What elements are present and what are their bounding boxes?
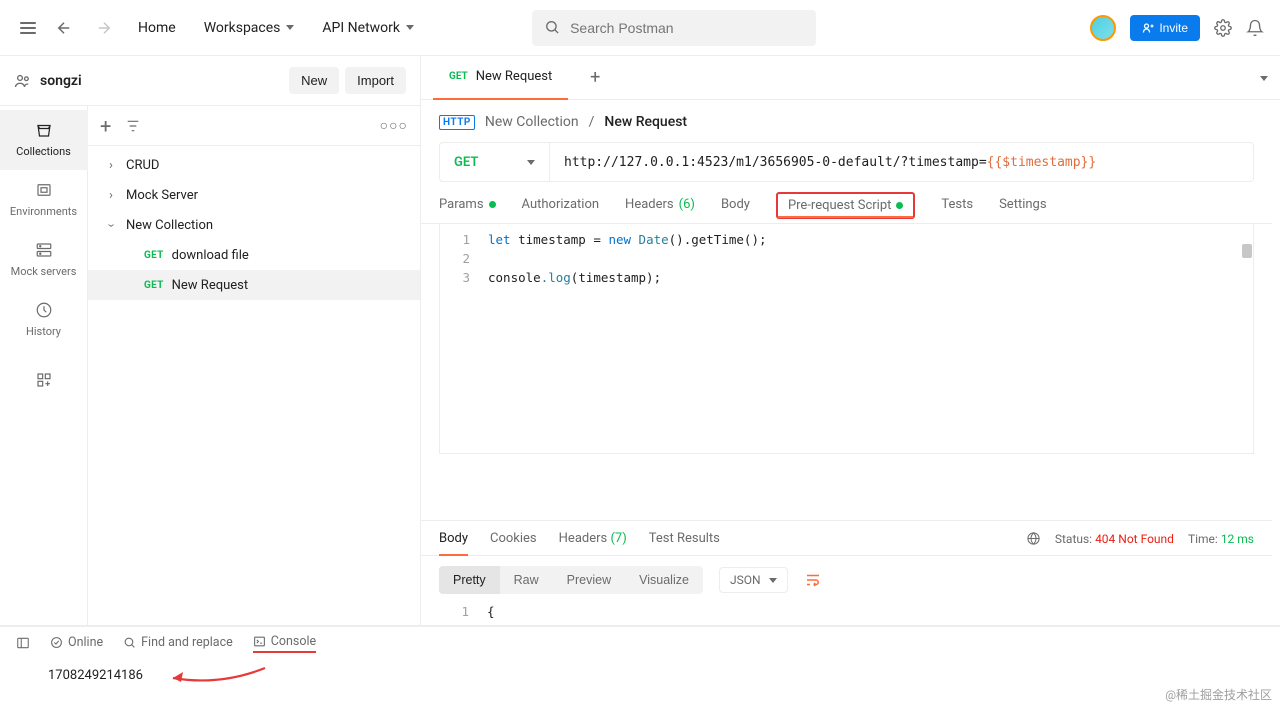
import-button[interactable]: Import (345, 67, 406, 94)
chevron-right-icon: › (104, 158, 118, 173)
method-badge: GET (144, 280, 164, 291)
people-icon (14, 72, 32, 90)
tab-authorization[interactable]: Authorization (522, 196, 600, 223)
time-label: Time: 12 ms (1188, 532, 1254, 546)
response-tab-test-results[interactable]: Test Results (649, 531, 720, 555)
response-tab-cookies[interactable]: Cookies (490, 531, 537, 555)
scrollbar-thumb[interactable] (1242, 244, 1252, 258)
method-badge: GET (449, 71, 468, 82)
tree-request-download-file[interactable]: GET download file (88, 240, 420, 270)
collections-icon (34, 120, 54, 140)
grid-plus-icon (34, 370, 54, 390)
rail-history[interactable]: History (0, 290, 88, 350)
status-label: Status: 404 Not Found (1055, 532, 1174, 546)
wrap-lines-icon[interactable] (804, 571, 822, 589)
add-collection-icon[interactable]: + (100, 114, 111, 138)
annotation-arrow-icon (165, 664, 270, 690)
menu-icon[interactable] (16, 16, 40, 40)
indicator-dot-icon (489, 201, 496, 208)
history-icon (34, 300, 54, 320)
nav-api-network[interactable]: API Network (312, 14, 424, 42)
response-body[interactable]: 1 { (421, 604, 1272, 625)
format-selector[interactable]: JSON (719, 567, 788, 593)
tab-params[interactable]: Params (439, 196, 496, 223)
view-pretty-button[interactable]: Pretty (439, 566, 500, 594)
tab-pre-request-script[interactable]: Pre-request Script (776, 192, 915, 219)
tree-request-new-request[interactable]: GET New Request (88, 270, 420, 300)
online-status[interactable]: Online (50, 635, 103, 650)
filter-icon[interactable] (125, 118, 141, 134)
environments-icon (34, 180, 54, 200)
rail-environments[interactable]: Environments (0, 170, 88, 230)
breadcrumb-request: New Request (604, 114, 687, 130)
mock-servers-icon (34, 240, 54, 260)
settings-icon[interactable] (1214, 19, 1232, 37)
console-log-value: 1708249214186 (48, 668, 143, 683)
watermark: @稀土掘金技术社区 (1165, 686, 1272, 703)
tab-menu-chevron-icon[interactable] (1258, 70, 1268, 85)
view-mode-group: Pretty Raw Preview Visualize (439, 566, 703, 594)
new-button[interactable]: New (289, 67, 339, 94)
rail-configure[interactable] (0, 360, 88, 402)
tab-tests[interactable]: Tests (941, 196, 973, 223)
more-options-icon[interactable]: ○○○ (380, 117, 408, 134)
view-visualize-button[interactable]: Visualize (625, 566, 703, 594)
nav-back-icon[interactable] (48, 12, 80, 44)
chevron-right-icon: › (104, 188, 118, 203)
tab-body[interactable]: Body (721, 196, 750, 223)
http-badge: HTTP (439, 115, 475, 130)
workspace-name[interactable]: songzi (40, 73, 82, 89)
breadcrumb-collection[interactable]: New Collection (485, 114, 579, 130)
nav-home[interactable]: Home (128, 14, 186, 42)
chevron-down-icon (769, 578, 777, 583)
chevron-down-icon (406, 25, 414, 30)
invite-button[interactable]: Invite (1130, 15, 1200, 41)
rail-collections[interactable]: Collections (0, 110, 88, 170)
chevron-down-icon: › (104, 218, 119, 232)
tree-folder-mock-server[interactable]: › Mock Server (88, 180, 420, 210)
notifications-icon[interactable] (1246, 19, 1264, 37)
search-input[interactable] (532, 10, 816, 46)
nav-workspaces[interactable]: Workspaces (194, 14, 305, 42)
tree-folder-new-collection[interactable]: › New Collection (88, 210, 420, 240)
view-raw-button[interactable]: Raw (500, 566, 553, 594)
breadcrumb: HTTP New Collection / New Request (421, 100, 1272, 142)
request-tab[interactable]: GET New Request (433, 56, 568, 100)
response-tab-body[interactable]: Body (439, 531, 468, 555)
chevron-down-icon (286, 25, 294, 30)
rail-mock-servers[interactable]: Mock servers (0, 230, 88, 290)
method-selector[interactable]: GET (440, 143, 550, 181)
network-icon[interactable] (1026, 531, 1041, 546)
sidebar-toggle-icon[interactable] (16, 636, 30, 650)
method-badge: GET (144, 250, 164, 261)
tree-folder-crud[interactable]: › CRUD (88, 150, 420, 180)
tab-headers[interactable]: Headers (6) (625, 196, 695, 223)
find-replace-button[interactable]: Find and replace (123, 635, 233, 650)
nav-forward-icon[interactable] (88, 12, 120, 44)
response-tab-headers[interactable]: Headers (7) (559, 531, 627, 555)
url-input[interactable]: http://127.0.0.1:4523/m1/3656905-0-defau… (550, 143, 1253, 181)
console-button[interactable]: Console (253, 634, 316, 653)
avatar[interactable] (1090, 15, 1116, 41)
tab-settings[interactable]: Settings (999, 196, 1046, 223)
add-tab-icon[interactable]: + (580, 63, 610, 93)
script-editor[interactable]: 1 2 3 let timestamp = new Date().getTime… (439, 224, 1254, 454)
indicator-dot-icon (896, 202, 903, 209)
chevron-down-icon (527, 160, 535, 165)
search-icon (544, 19, 560, 35)
view-preview-button[interactable]: Preview (553, 566, 625, 594)
